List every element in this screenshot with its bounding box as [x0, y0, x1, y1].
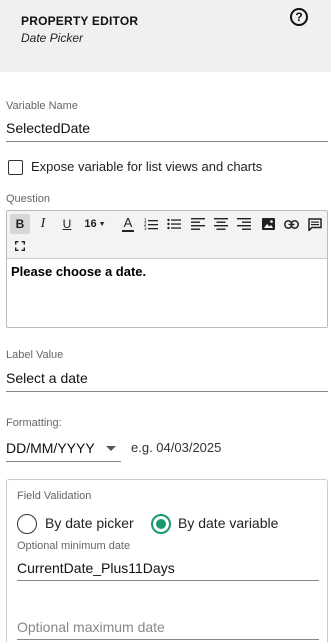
italic-icon[interactable]: I — [33, 214, 53, 234]
variable-name-label: Variable Name — [6, 100, 78, 112]
by-date-picker-radio[interactable] — [17, 514, 37, 534]
label-value-label: Label Value — [6, 349, 64, 361]
variable-name-underline — [6, 141, 328, 142]
align-left-icon[interactable] — [188, 214, 208, 234]
date-format-select[interactable]: DD/MM/YYYY — [6, 440, 95, 456]
chevron-down-icon[interactable] — [106, 446, 116, 451]
panel-title: PROPERTY EDITOR — [21, 14, 139, 28]
question-circle-icon[interactable]: ? — [290, 8, 308, 26]
align-center-icon[interactable] — [211, 214, 231, 234]
property-editor-header: PROPERTY EDITOR Date Picker ? — [0, 0, 331, 72]
by-date-variable-label[interactable]: By date variable — [178, 515, 278, 531]
formatting-label: Formatting: — [6, 417, 62, 429]
date-format-example: e.g. 04/03/2025 — [131, 440, 222, 455]
min-date-input[interactable]: CurrentDate_Plus11Days — [17, 560, 175, 576]
question-label: Question — [6, 193, 51, 205]
field-validation-group: Field Validation By date picker By date … — [6, 479, 328, 642]
field-validation-title: Field Validation — [17, 490, 92, 502]
chevron-down-icon: ▼ — [98, 220, 106, 228]
max-date-underline — [17, 639, 319, 640]
expose-variable-label[interactable]: Expose variable for list views and chart… — [31, 159, 262, 174]
question-rich-text-editor[interactable]: B I U 16 ▼ A 123 Please choose a date. — [6, 210, 328, 328]
editor-toolbar: B I U 16 ▼ A 123 — [7, 211, 327, 259]
ordered-list-icon[interactable]: 123 — [141, 214, 161, 234]
svg-text:3: 3 — [144, 226, 147, 230]
align-right-icon[interactable] — [234, 214, 254, 234]
unordered-list-icon[interactable] — [164, 214, 184, 234]
variable-name-input[interactable]: SelectedDate — [6, 120, 90, 136]
font-color-letter: A — [123, 214, 133, 230]
by-date-picker-label[interactable]: By date picker — [45, 515, 134, 531]
expose-variable-checkbox[interactable] — [8, 160, 23, 175]
bold-icon[interactable]: B — [10, 214, 30, 234]
min-date-underline — [17, 580, 319, 581]
min-date-label: Optional minimum date — [17, 540, 131, 552]
comment-icon[interactable] — [305, 214, 325, 234]
label-value-input[interactable]: Select a date — [6, 370, 88, 386]
font-size-icon[interactable]: 16 ▼ — [82, 214, 108, 234]
panel-subtitle: Date Picker — [21, 31, 84, 45]
font-color-bar — [122, 229, 134, 232]
max-date-input[interactable]: Optional maximum date — [17, 619, 165, 635]
by-date-variable-radio[interactable] — [151, 514, 171, 534]
question-content[interactable]: Please choose a date. — [11, 264, 146, 279]
label-value-underline — [6, 391, 328, 392]
image-icon[interactable] — [258, 214, 278, 234]
font-size-value: 16 — [84, 218, 97, 230]
underline-icon[interactable]: U — [57, 214, 77, 234]
date-format-underline — [6, 461, 121, 462]
font-color-icon[interactable]: A — [118, 214, 138, 234]
link-icon[interactable] — [281, 214, 301, 234]
fullscreen-icon[interactable] — [10, 236, 30, 256]
